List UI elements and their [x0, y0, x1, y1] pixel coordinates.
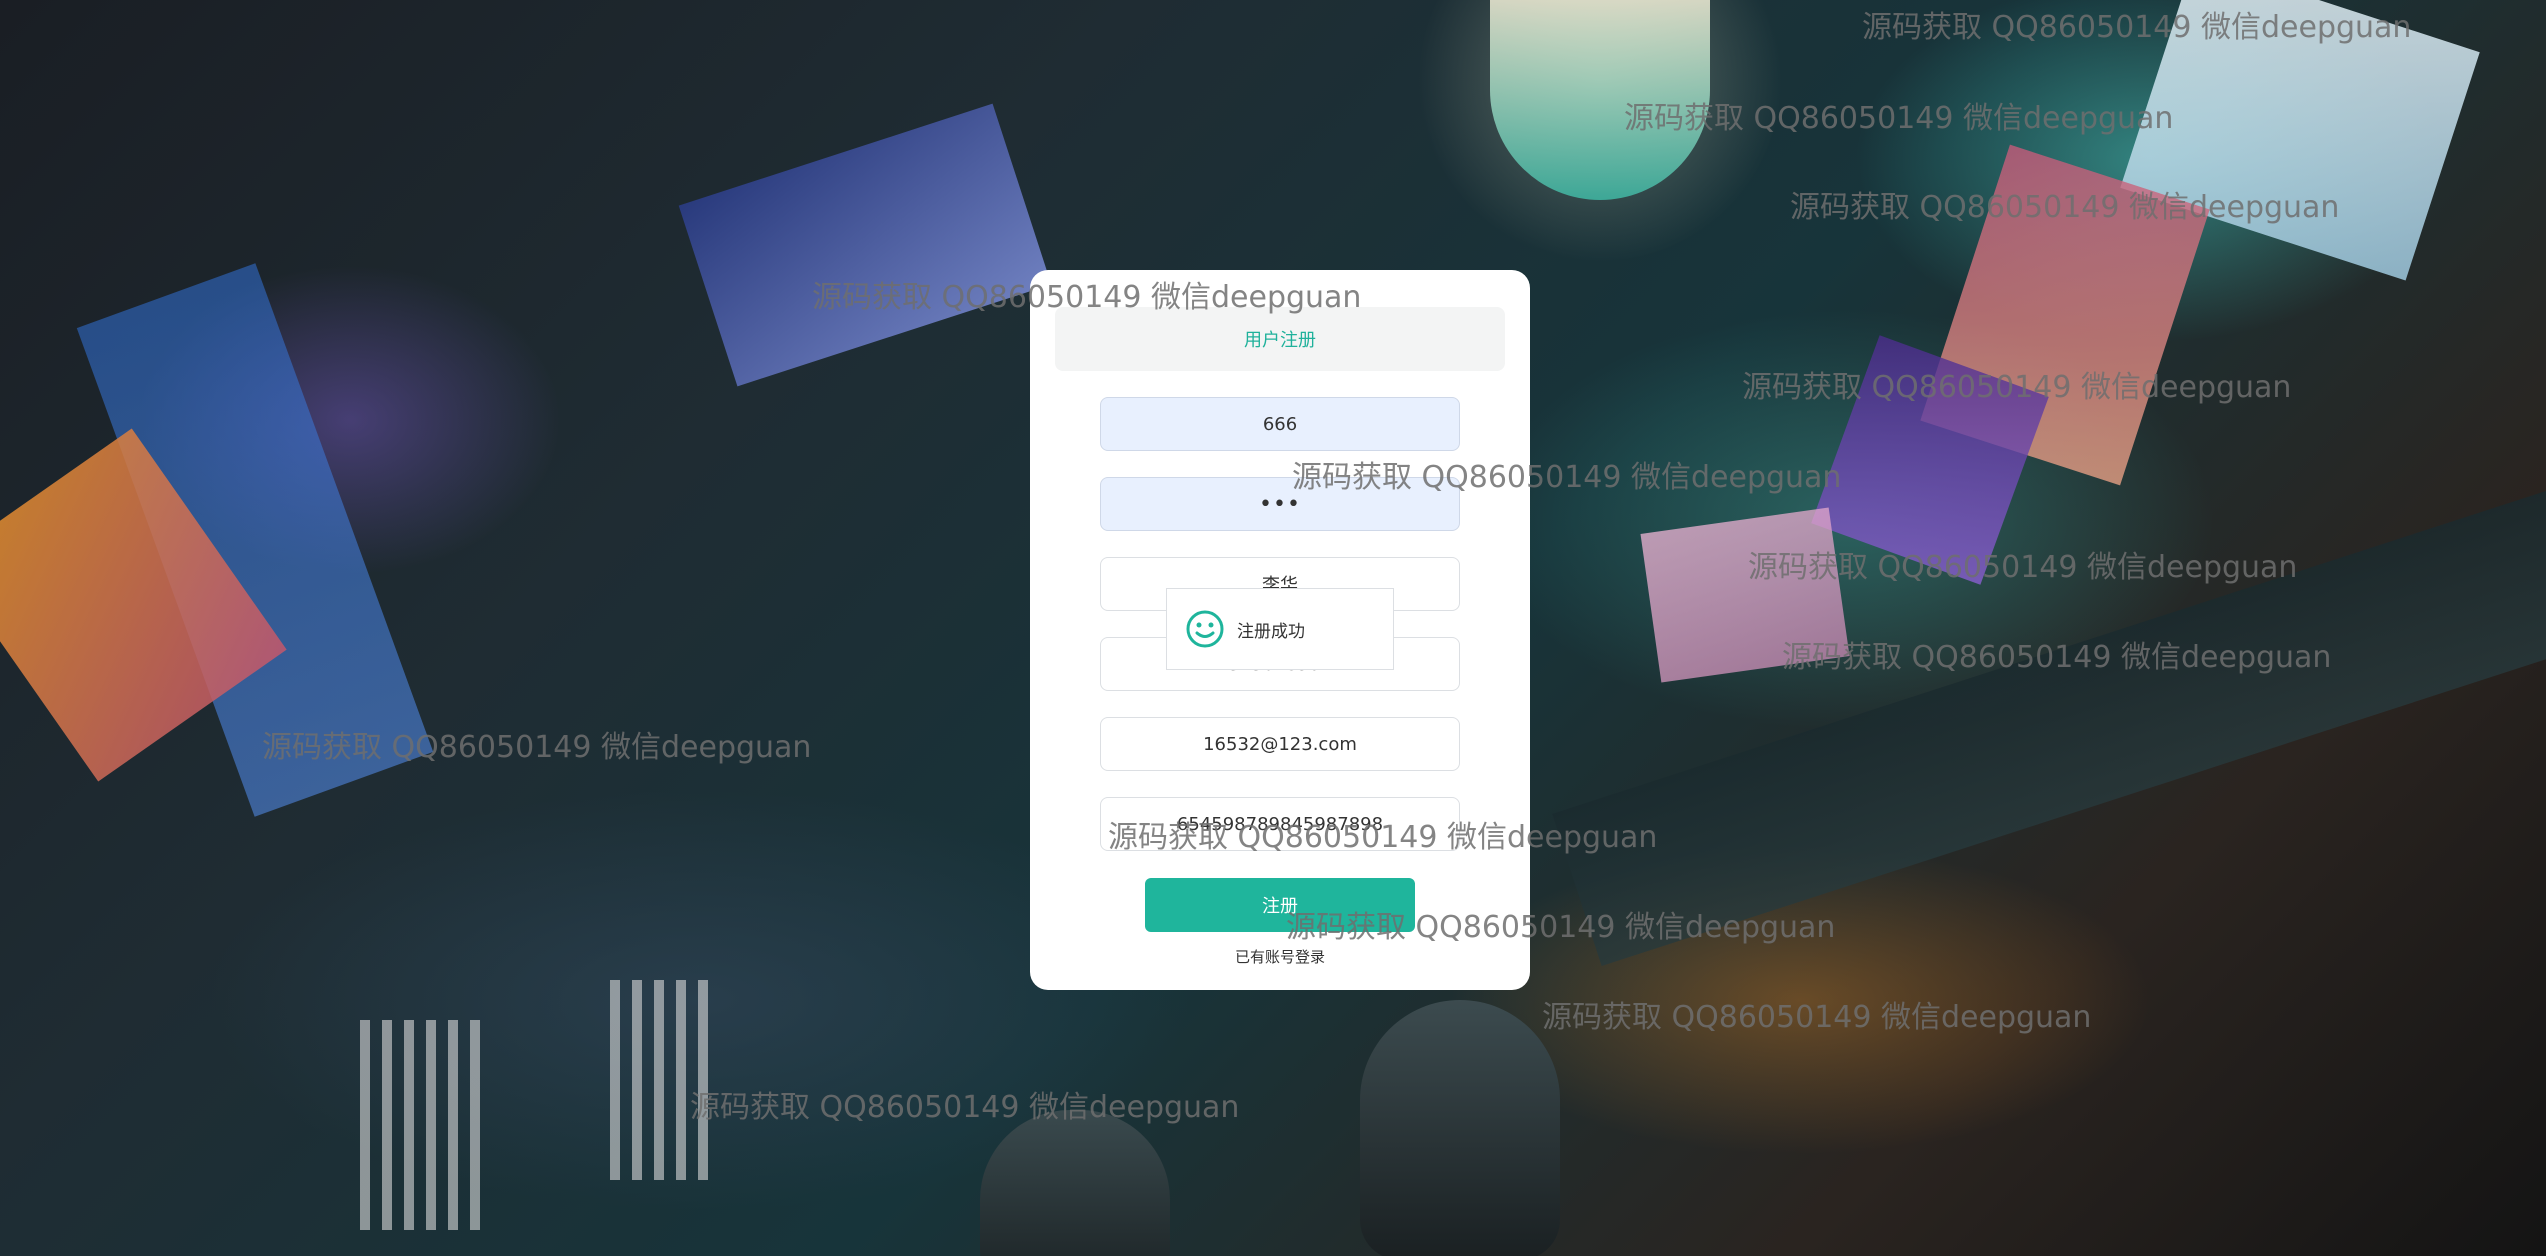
idcard-field[interactable]: [1100, 797, 1460, 851]
success-toast: 注册成功: [1166, 588, 1394, 670]
billboard-shape: [678, 103, 1052, 387]
login-link[interactable]: 已有账号登录: [1030, 946, 1530, 967]
watermark: 源码获取 QQ86050149 微信deepguan: [1542, 1000, 2092, 1035]
watermark: 源码获取 QQ86050149 微信deepguan: [690, 1090, 1240, 1125]
tower-shape: [1490, 0, 1710, 200]
shoe-shape: [980, 1110, 1170, 1256]
register-button[interactable]: 注册: [1145, 878, 1415, 932]
background-photo: 用户注册 注册 已有账号登录 注册成功 源码获取 QQ86050149 微信de…: [0, 0, 2546, 1256]
smile-icon: [1186, 610, 1224, 648]
crosswalk-shape: [610, 980, 710, 1180]
email-field[interactable]: [1100, 717, 1460, 771]
shoe-shape: [1360, 1000, 1560, 1256]
username-field[interactable]: [1100, 397, 1460, 451]
plaza-shape: [1640, 507, 1850, 683]
crosswalk-shape: [360, 1020, 480, 1230]
password-field[interactable]: [1100, 477, 1460, 531]
register-title: 用户注册: [1055, 307, 1505, 371]
toast-message: 注册成功: [1237, 621, 1305, 642]
